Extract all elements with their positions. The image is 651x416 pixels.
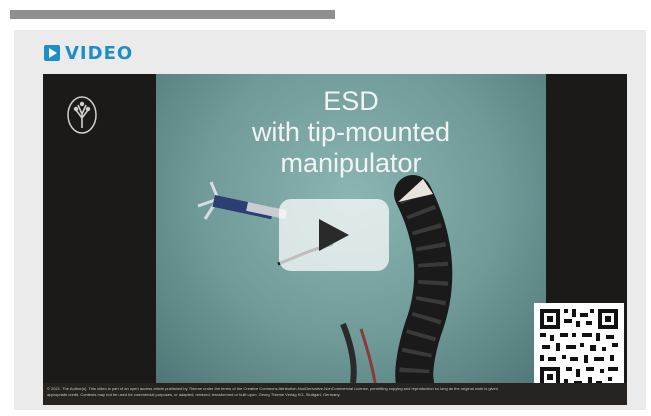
play-button[interactable] — [279, 199, 389, 271]
video-title-line-2: with tip-mounted — [251, 117, 451, 147]
play-icon — [319, 219, 349, 251]
top-divider — [10, 10, 335, 19]
video-player[interactable]: ESD with tip-mounted manipulator © 2021.… — [43, 74, 627, 405]
copyright-strip: © 2021. The Author(s). This video is par… — [43, 383, 627, 405]
tree-emblem-icon — [67, 96, 97, 134]
qr-code-icon — [534, 303, 624, 393]
video-section-icon — [44, 45, 60, 61]
section-label: VIDEO — [65, 42, 134, 64]
section-header: VIDEO — [44, 42, 133, 64]
page: VIDEO ESD with tip-mounted manipulator ©… — [0, 0, 651, 416]
video-title: ESD with tip-mounted manipulator — [156, 86, 546, 179]
copyright-caption: © 2021. The Author(s). This video is par… — [47, 386, 498, 397]
video-title-line-1: ESD — [323, 86, 379, 116]
video-title-line-3: manipulator — [280, 148, 422, 178]
